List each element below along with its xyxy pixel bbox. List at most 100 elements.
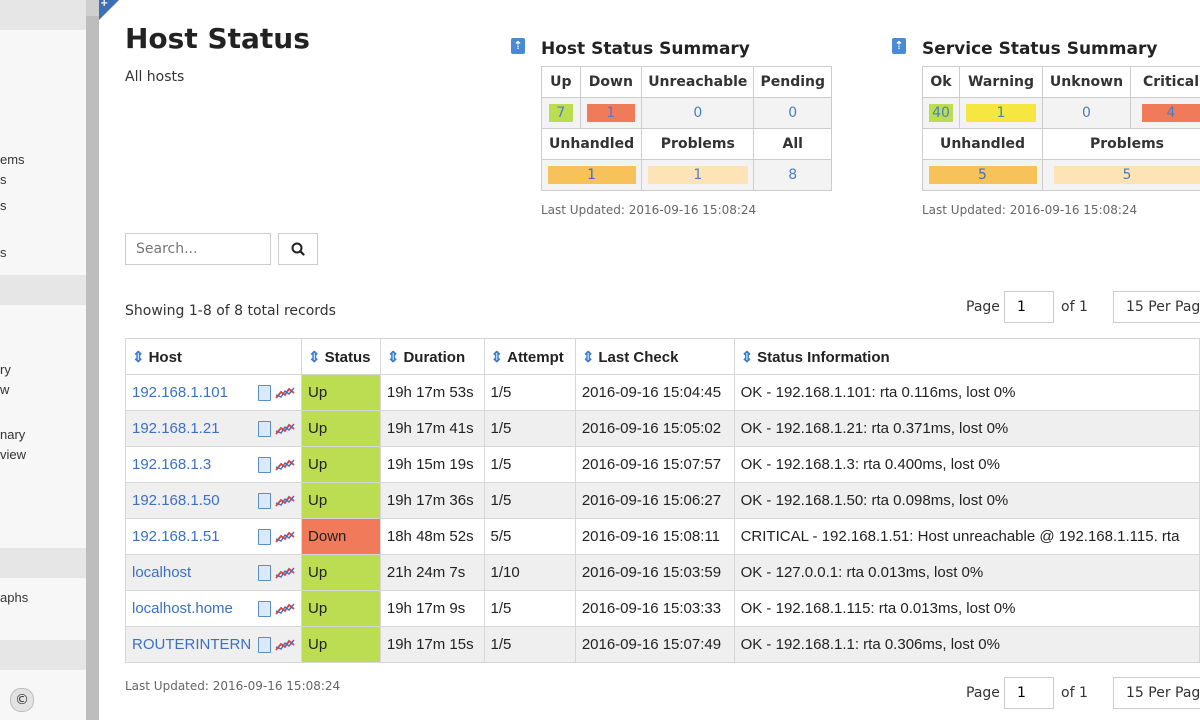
- host-actions: [258, 600, 295, 618]
- sidebar-scrollbar[interactable]: [86, 0, 99, 720]
- per-page-select[interactable]: 15 Per Page: [1113, 291, 1200, 323]
- document-icon[interactable]: [258, 385, 272, 402]
- search-input[interactable]: [125, 233, 271, 265]
- duration-cell: 19h 17m 36s: [379, 482, 485, 519]
- host-summary-title: Host Status Summary: [541, 39, 750, 59]
- host-actions: [258, 636, 295, 654]
- duration-cell: 18h 48m 52s: [379, 518, 485, 555]
- host-unhandled-count[interactable]: 1: [547, 166, 636, 184]
- graph-icon[interactable]: [275, 494, 295, 508]
- host-pending-count[interactable]: 0: [788, 104, 797, 122]
- document-icon[interactable]: [258, 565, 272, 582]
- collapse-arrow-icon[interactable]: ⇡: [511, 38, 525, 54]
- sidebar-item[interactable]: ems: [0, 152, 25, 167]
- sidebar-item[interactable]: aphs: [0, 590, 28, 605]
- host-all-count[interactable]: 8: [788, 166, 797, 184]
- column-header-status[interactable]: ⇕ Status: [301, 338, 381, 375]
- service-ok-count[interactable]: 40: [929, 104, 953, 122]
- sidebar-item[interactable]: view: [0, 447, 26, 462]
- service-unhandled-count[interactable]: 5: [928, 166, 1037, 184]
- service-problems-count[interactable]: 5: [1054, 166, 1200, 184]
- graph-icon[interactable]: [275, 566, 295, 580]
- last-check-cell: 2016-09-16 15:07:49: [574, 626, 735, 663]
- sidebar-item[interactable]: s: [0, 198, 7, 213]
- sort-icon[interactable]: ⇕: [741, 349, 754, 366]
- service-summary-title: Service Status Summary: [922, 39, 1158, 59]
- host-link[interactable]: 192.168.1.21: [132, 420, 220, 437]
- graph-icon[interactable]: [275, 422, 295, 436]
- per-page-select[interactable]: 15 Per Page: [1113, 677, 1200, 709]
- summary-header-ok: Ok: [922, 66, 960, 98]
- graph-icon[interactable]: [275, 386, 295, 400]
- host-unreachable-count[interactable]: 0: [693, 104, 702, 122]
- sidebar-item[interactable]: ry: [0, 362, 11, 377]
- sidebar-item[interactable]: nary: [0, 427, 25, 442]
- pager-of-label: of 1: [1061, 299, 1088, 315]
- service-warning-count[interactable]: 1: [966, 104, 1036, 122]
- attempt-cell: 1/5: [483, 374, 576, 411]
- graph-icon[interactable]: [275, 458, 295, 472]
- host-problems-count[interactable]: 1: [647, 166, 748, 184]
- service-critical-count[interactable]: 4: [1142, 104, 1200, 122]
- document-icon[interactable]: [258, 529, 272, 546]
- host-link[interactable]: 192.168.1.3: [132, 456, 211, 473]
- search-button[interactable]: [278, 233, 318, 265]
- column-header-last-check[interactable]: ⇕ Last Check: [574, 338, 735, 375]
- summary-header-unhandled: Unhandled: [922, 128, 1043, 160]
- sidebar-item[interactable]: s: [0, 172, 7, 187]
- status-cell: Up: [301, 482, 381, 519]
- status-information-cell: OK - 192.168.1.50: rta 0.098ms, lost 0%: [733, 482, 1200, 519]
- host-link[interactable]: 192.168.1.51: [132, 528, 220, 545]
- last-check-cell: 2016-09-16 15:04:45: [574, 374, 735, 411]
- graph-icon[interactable]: [275, 638, 295, 652]
- host-up-count[interactable]: 7: [548, 104, 573, 122]
- status-information-cell: OK - 192.168.1.3: rta 0.400ms, lost 0%: [733, 446, 1200, 483]
- host-link[interactable]: ROUTERINTERN: [132, 636, 251, 653]
- host-down-count[interactable]: 1: [586, 104, 635, 122]
- host-link[interactable]: 192.168.1.101: [132, 384, 228, 401]
- attempt-cell: 1/5: [483, 482, 576, 519]
- host-status-table: ⇕ Host ⇕ Status ⇕ Duration ⇕ Attempt ⇕ Last C…: [124, 338, 1200, 663]
- document-icon[interactable]: [258, 601, 272, 618]
- page-number-input[interactable]: [1004, 677, 1054, 709]
- service-unknown-count[interactable]: 0: [1082, 104, 1091, 122]
- sort-icon[interactable]: ⇕: [132, 349, 145, 366]
- sidebar-item[interactable]: s: [0, 245, 7, 260]
- document-icon[interactable]: [258, 457, 272, 474]
- duration-cell: 19h 17m 9s: [379, 590, 485, 627]
- summary-header-all: All: [753, 128, 832, 160]
- document-icon[interactable]: [258, 493, 272, 510]
- status-cell: Up: [301, 590, 381, 627]
- duration-cell: 21h 24m 7s: [379, 554, 485, 591]
- page-title: Host Status: [125, 22, 310, 55]
- page-number-input[interactable]: [1004, 291, 1054, 323]
- column-header-attempt[interactable]: ⇕ Attempt: [483, 338, 576, 375]
- host-link[interactable]: localhost: [132, 564, 191, 581]
- sort-icon[interactable]: ⇕: [387, 349, 400, 366]
- column-header-duration[interactable]: ⇕ Duration: [379, 338, 485, 375]
- host-link[interactable]: localhost.home: [132, 600, 233, 617]
- document-icon[interactable]: [258, 637, 272, 654]
- column-header-host[interactable]: ⇕ Host: [124, 338, 303, 375]
- graph-icon[interactable]: [275, 530, 295, 544]
- host-actions: [258, 384, 295, 402]
- host-actions: [258, 528, 295, 546]
- scrollbar-thumb[interactable]: [86, 0, 99, 16]
- search-icon: [291, 242, 305, 256]
- collapse-arrow-icon[interactable]: ⇡: [892, 38, 906, 54]
- host-link[interactable]: 192.168.1.50: [132, 492, 220, 509]
- sidebar-item[interactable]: w: [0, 382, 9, 397]
- duration-cell: 19h 17m 53s: [379, 374, 485, 411]
- document-icon[interactable]: [258, 421, 272, 438]
- column-header-status-information[interactable]: ⇕ Status Information: [733, 338, 1200, 375]
- host-actions: [258, 456, 295, 474]
- sort-icon[interactable]: ⇕: [582, 349, 595, 366]
- host-summary-table: Up Down Unreachable Pending 7 1 0 0 Unha…: [540, 66, 832, 191]
- graph-icon[interactable]: [275, 602, 295, 616]
- sidebar-band: [0, 548, 86, 578]
- summary-header-down: Down: [579, 66, 643, 98]
- summary-header-problems: Problems: [1042, 128, 1200, 160]
- sort-icon[interactable]: ⇕: [491, 349, 504, 366]
- sort-icon[interactable]: ⇕: [308, 349, 321, 366]
- attempt-cell: 1/5: [483, 410, 576, 447]
